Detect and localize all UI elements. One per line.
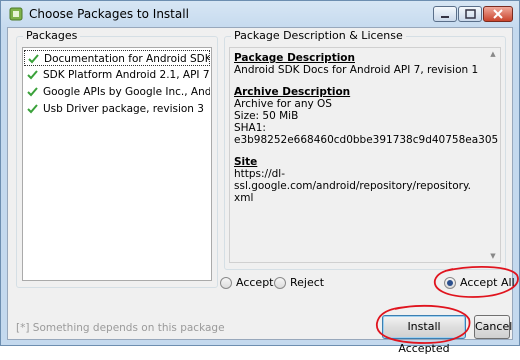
- dialog-window: Choose Packages to Install Packages Docu…: [0, 0, 520, 355]
- accept-all-radio[interactable]: [444, 277, 456, 289]
- accept-all-label: Accept All: [460, 276, 515, 289]
- accept-label: Accept: [236, 276, 274, 289]
- description-group: Package Description & License Package De…: [224, 29, 506, 270]
- close-button[interactable]: [483, 6, 513, 22]
- accept-radio[interactable]: [220, 277, 232, 289]
- archive-line: Size: 50 MiB: [234, 110, 299, 122]
- archive-line: Archive for any OS: [234, 98, 332, 110]
- package-item[interactable]: SDK Platform Android 2.1, API 7, ...: [24, 67, 210, 83]
- archive-line: SHA1: e3b98252e668460cd0bbe391738c9d4075…: [234, 122, 499, 146]
- reject-radio[interactable]: [274, 277, 286, 289]
- scroll-up-arrow-icon[interactable]: ▲: [488, 50, 498, 58]
- accepted-check-icon: [27, 104, 38, 114]
- description-text: Package Description Android SDK Docs for…: [234, 52, 499, 204]
- android-app-icon: [9, 7, 23, 21]
- package-description-heading: Package Description: [234, 52, 355, 64]
- archive-description-heading: Archive Description: [234, 86, 351, 98]
- install-accepted-button[interactable]: Install Accepted: [382, 315, 466, 355]
- packages-group: Packages Documentation for Android SDK..…: [16, 29, 218, 288]
- site-line: xml: [234, 192, 254, 204]
- package-description-text: Android SDK Docs for Android API 7, revi…: [234, 64, 479, 76]
- package-item[interactable]: Usb Driver package, revision 3: [24, 101, 210, 117]
- description-legend: Package Description & License: [231, 29, 406, 42]
- accepted-check-icon: [27, 87, 38, 97]
- package-item[interactable]: Google APIs by Google Inc., And...: [24, 84, 210, 100]
- accepted-check-icon: [27, 70, 38, 80]
- window-title: Choose Packages to Install: [29, 7, 189, 21]
- packages-legend: Packages: [23, 29, 81, 42]
- package-label: Documentation for Android SDK...: [44, 53, 210, 65]
- package-label: SDK Platform Android 2.1, API 7, ...: [43, 69, 210, 81]
- status-text: [*] Something depends on this package: [16, 322, 225, 334]
- package-label: Google APIs by Google Inc., And...: [43, 86, 210, 98]
- maximize-button[interactable]: [458, 6, 482, 22]
- reject-label: Reject: [290, 276, 325, 289]
- minimize-button[interactable]: [433, 6, 457, 22]
- cancel-button[interactable]: Cancel: [474, 315, 512, 339]
- packages-list[interactable]: Documentation for Android SDK... SDK Pla…: [22, 47, 212, 281]
- scroll-down-arrow-icon[interactable]: ▼: [488, 252, 498, 260]
- site-heading: Site: [234, 156, 258, 168]
- package-label: Usb Driver package, revision 3: [43, 103, 204, 115]
- package-item[interactable]: Documentation for Android SDK...: [24, 50, 210, 66]
- site-line: https://dl-ssl.google.com/android/reposi…: [234, 168, 472, 192]
- accepted-check-icon: [28, 54, 39, 64]
- dialog-body: Packages Documentation for Android SDK..…: [7, 27, 515, 355]
- title-bar[interactable]: Choose Packages to Install: [1, 1, 519, 27]
- description-box[interactable]: Package Description Android SDK Docs for…: [229, 47, 501, 263]
